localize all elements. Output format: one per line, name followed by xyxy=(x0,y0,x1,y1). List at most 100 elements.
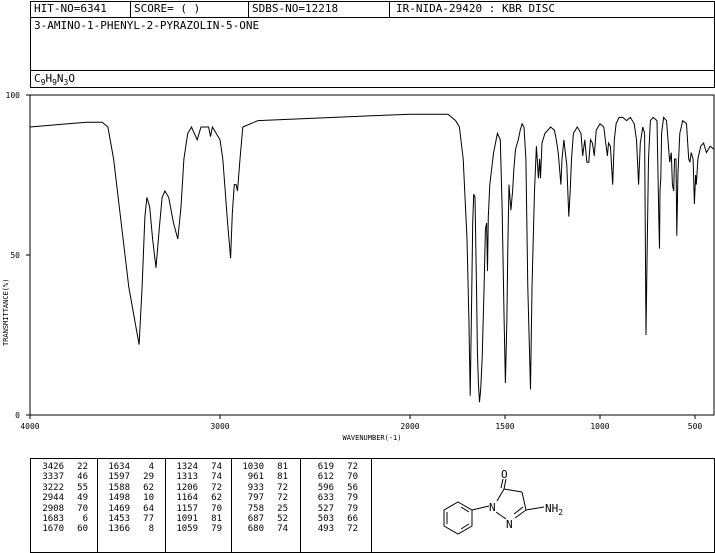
peak-wavenumber: 1469 xyxy=(108,503,130,514)
chemical-structure: O N N NH2 xyxy=(443,468,563,535)
atom-oxygen: O xyxy=(501,468,508,481)
peak-transmittance: 22 xyxy=(77,462,88,472)
formula-c: C xyxy=(34,72,41,85)
peak-table-row: 797 72 xyxy=(234,493,288,503)
peak-table-divider xyxy=(300,458,301,553)
hit-number: HIT-NO=6341 xyxy=(34,2,107,15)
peak-table-row: 933 72 xyxy=(234,483,288,493)
peak-transmittance: 29 xyxy=(143,472,154,483)
peak-wavenumber: 1164 xyxy=(176,493,198,504)
peak-transmittance: 72 xyxy=(277,493,288,504)
peak-table-row: 961 81 xyxy=(234,472,288,482)
n2-n1-bond xyxy=(495,511,507,520)
peak-table-row: 1324 74 xyxy=(168,462,222,472)
amine-label: NH xyxy=(545,502,558,515)
spectrum-series xyxy=(29,113,715,403)
peak-transmittance: 70 xyxy=(347,472,358,483)
peak-wavenumber: 1597 xyxy=(108,472,130,483)
peak-table-row: 1164 62 xyxy=(168,493,222,503)
x-tick-label: 2000 xyxy=(400,422,419,431)
peak-wavenumber: 3222 xyxy=(42,482,64,493)
x-axis-label: WAVENUMBER(-1) xyxy=(342,434,401,442)
peak-table-row: 1030 81 xyxy=(234,462,288,472)
peak-transmittance: 72 xyxy=(277,482,288,493)
peak-transmittance: 79 xyxy=(211,524,222,535)
peak-table-row: 2908 70 xyxy=(34,504,88,514)
x-tick-label: 500 xyxy=(688,422,703,431)
peak-table-row: 1469 64 xyxy=(100,504,154,514)
peak-wavenumber: 1366 xyxy=(108,524,130,535)
header-bar xyxy=(30,1,715,18)
x-tick-label: 3000 xyxy=(210,422,229,431)
peak-transmittance: 77 xyxy=(143,513,154,524)
peak-wavenumber: 1157 xyxy=(176,503,198,514)
peak-transmittance: 46 xyxy=(77,472,88,483)
score: SCORE= ( ) xyxy=(134,2,201,15)
ir-spectrum-chart: 0 50 100 4000 3000 2000 1500 1000 500 TRANSMITT… xyxy=(2,91,715,442)
peak-transmittance: 70 xyxy=(77,503,88,514)
peak-table-column: 3426 22 3337 46 3222 55 2944 49 2908 70 1683 6 1670 6… xyxy=(34,462,88,535)
peak-wavenumber: 933 xyxy=(247,482,264,493)
peak-table-row: 1157 70 xyxy=(168,504,222,514)
peak-transmittance: 74 xyxy=(211,462,222,472)
formula-o: O xyxy=(68,72,75,85)
method-label: IR-NIDA-29420 : KBR DISC xyxy=(396,2,555,15)
peak-wavenumber: 503 xyxy=(317,513,334,524)
peak-wavenumber: 1091 xyxy=(176,513,198,524)
y-tick-label: 50 xyxy=(10,251,20,260)
peak-table-row: 1313 74 xyxy=(168,472,222,482)
peak-wavenumber: 633 xyxy=(317,493,334,504)
peak-transmittance: 79 xyxy=(347,503,358,514)
peak-table-row: 1366 8 xyxy=(100,524,154,534)
benzene-ring xyxy=(443,501,473,535)
peak-transmittance: 8 xyxy=(148,524,154,535)
y-axis-label: TRANSMITTANCE(%) xyxy=(2,279,10,346)
compound-name: 3-AMINO-1-PHENYL-2-PYRAZOLIN-5-ONE xyxy=(34,19,260,32)
peak-wavenumber: 797 xyxy=(247,493,264,504)
peak-wavenumber: 1670 xyxy=(42,524,64,535)
peak-table-column: 1324 74 1313 74 1206 72 1164 62 1157 70 1091 81 1059… xyxy=(168,462,222,535)
peak-wavenumber: 1453 xyxy=(108,513,130,524)
spectrum-line xyxy=(29,113,715,403)
x-tick-label: 4000 xyxy=(20,422,39,431)
peak-transmittance: 62 xyxy=(211,493,222,504)
atom-n2: N xyxy=(506,518,513,531)
peak-transmittance: 62 xyxy=(143,482,154,493)
peak-transmittance: 74 xyxy=(211,472,222,483)
peak-transmittance: 81 xyxy=(277,462,288,472)
peak-wavenumber: 2908 xyxy=(42,503,64,514)
peak-transmittance: 64 xyxy=(143,503,154,514)
peak-table-row: 1498 10 xyxy=(100,493,154,503)
peak-wavenumber: 1683 xyxy=(42,513,64,524)
peak-wavenumber: 527 xyxy=(317,503,334,514)
peak-transmittance: 60 xyxy=(77,524,88,535)
peak-transmittance: 10 xyxy=(143,493,154,504)
peak-wavenumber: 687 xyxy=(247,513,264,524)
peak-transmittance: 55 xyxy=(77,482,88,493)
peak-table-column: 619 72 612 70 596 56 633 79 527 79 503 66 493 72 xyxy=(304,462,358,535)
peak-table-row: 3222 55 xyxy=(34,483,88,493)
formula-divider xyxy=(30,70,715,71)
peak-table-row: 1091 81 xyxy=(168,514,222,524)
peak-transmittance: 79 xyxy=(347,493,358,504)
peak-transmittance: 72 xyxy=(347,462,358,472)
n1-c5-bond xyxy=(496,488,505,502)
peak-table-row: 527 79 xyxy=(304,504,358,514)
y-tick-label: 100 xyxy=(6,91,21,100)
y-tick-label: 0 xyxy=(15,411,20,420)
peak-transmittance: 72 xyxy=(211,482,222,493)
peak-table-row: 1683 6 xyxy=(34,514,88,524)
peak-wavenumber: 493 xyxy=(317,524,334,535)
peak-transmittance: 52 xyxy=(277,513,288,524)
peak-transmittance: 4 xyxy=(148,462,154,472)
y-axis: 0 50 100 xyxy=(6,91,30,420)
peak-wavenumber: 961 xyxy=(247,472,264,483)
peak-wavenumber: 1206 xyxy=(176,482,198,493)
peak-transmittance: 70 xyxy=(211,503,222,514)
x-axis: 4000 3000 2000 1500 1000 500 xyxy=(20,415,702,431)
peak-transmittance: 49 xyxy=(77,493,88,504)
peak-table-row: 758 25 xyxy=(234,504,288,514)
peak-table-row: 493 72 xyxy=(304,524,358,534)
peak-wavenumber: 1059 xyxy=(176,524,198,535)
peak-wavenumber: 758 xyxy=(247,503,264,514)
